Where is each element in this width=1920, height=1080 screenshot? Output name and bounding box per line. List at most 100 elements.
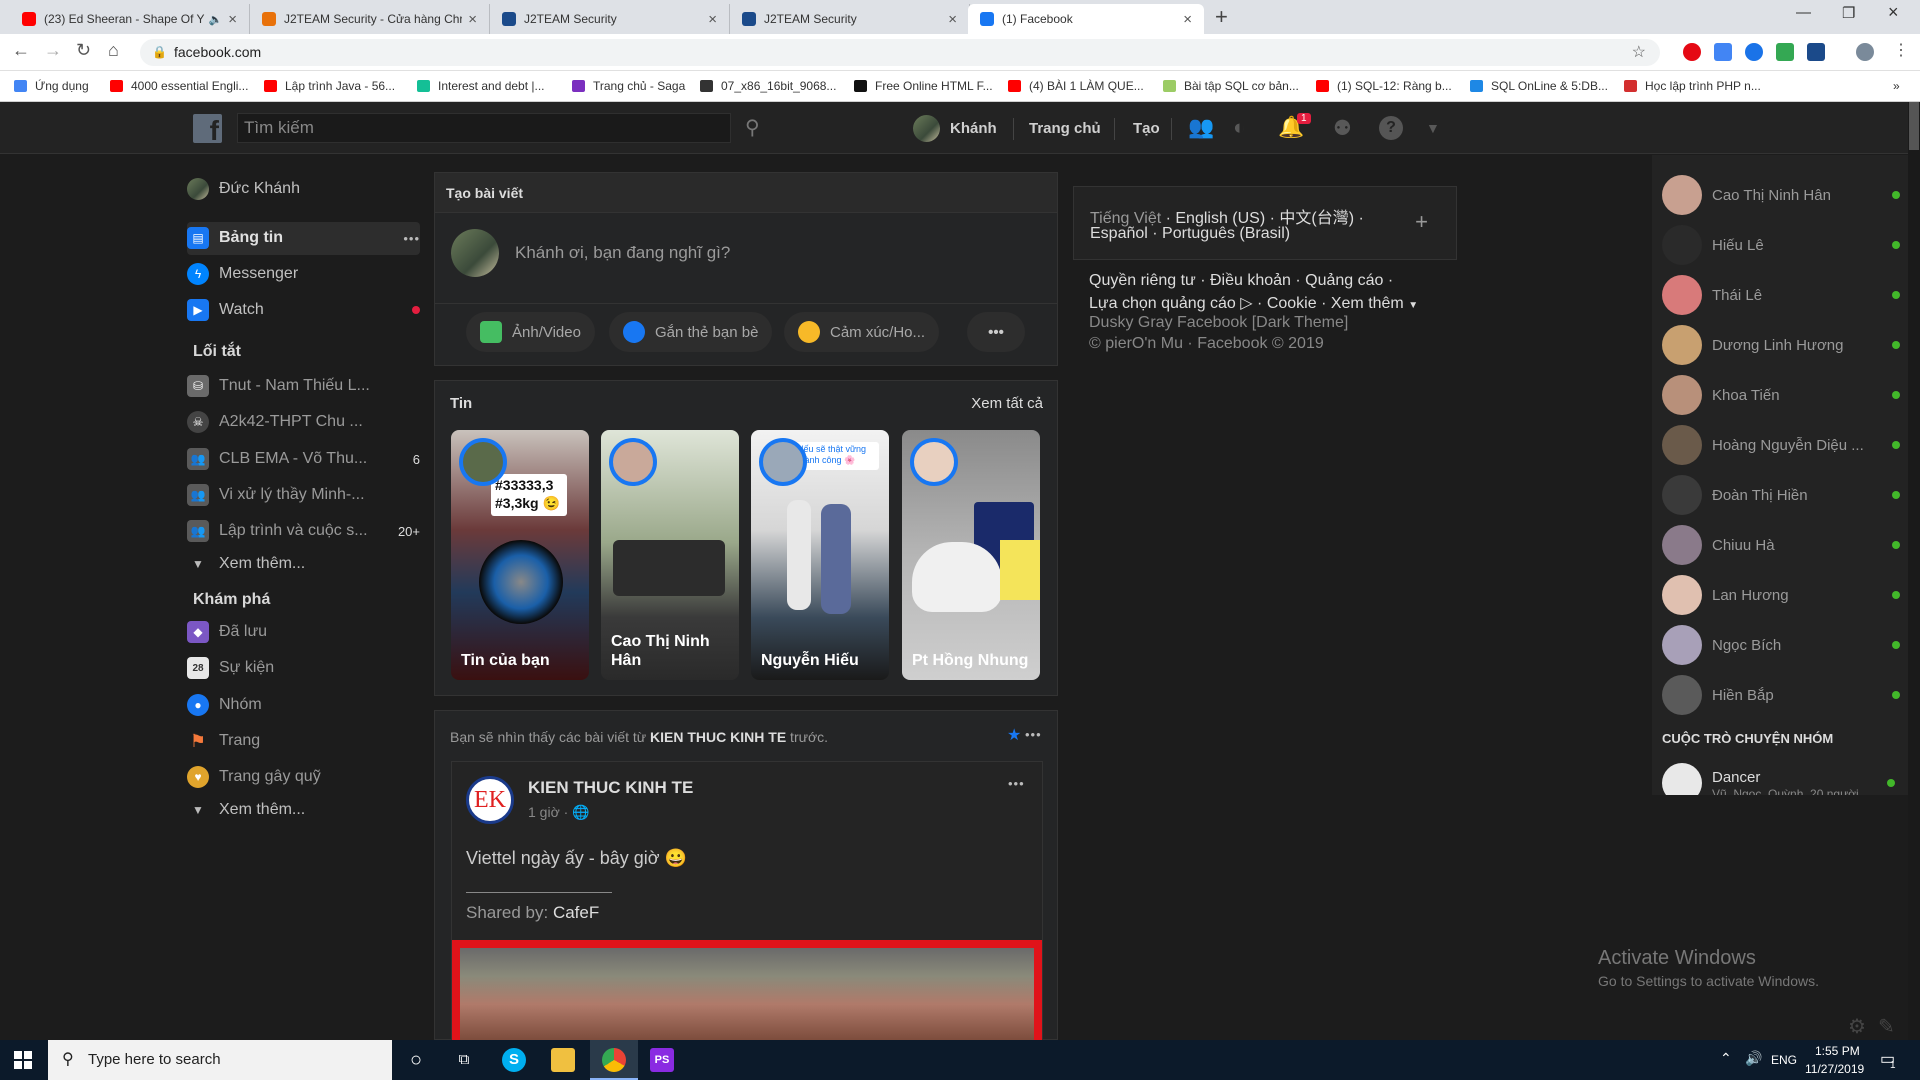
browser-tab-active[interactable]: (1) Facebook × [968, 4, 1204, 34]
browser-tab[interactable]: J2TEAM Security × [490, 4, 730, 34]
chat-contact[interactable]: Ngọc Bích [1662, 624, 1900, 666]
bookmark-item[interactable]: Lập trình Java - 56... [264, 79, 395, 93]
extension-icon[interactable] [1745, 43, 1763, 61]
close-tab-icon[interactable]: × [948, 11, 957, 28]
home-icon[interactable]: ⌂ [108, 40, 119, 61]
bookmark-item[interactable]: 4000 essential Engli... [110, 79, 248, 93]
close-window-icon[interactable]: × [1888, 2, 1899, 23]
clock-date[interactable]: 11/27/2019 [1805, 1062, 1864, 1076]
messenger-icon[interactable]: ◐ [1233, 116, 1246, 140]
minimize-icon[interactable]: — [1796, 4, 1811, 21]
mute-icon[interactable]: 🔈 [209, 13, 223, 26]
profile-shortcut[interactable]: Đức Khánh [187, 174, 420, 204]
bookmark-item[interactable]: Free Online HTML F... [854, 79, 993, 93]
help-icon[interactable]: ? [1379, 116, 1403, 140]
volume-icon[interactable]: 🔊 [1745, 1050, 1762, 1067]
home-link[interactable]: Trang chủ [1029, 120, 1101, 137]
new-tab-button[interactable]: + [1215, 4, 1228, 30]
sidebar-item-groups[interactable]: ● Nhóm [187, 690, 420, 720]
chat-contact[interactable]: Đoàn Thị Hiền [1662, 474, 1900, 516]
new-message-icon[interactable]: ✎ [1878, 1014, 1895, 1039]
more-composer-options[interactable]: ••• [967, 312, 1025, 352]
page-avatar[interactable]: EK [466, 776, 514, 824]
chat-settings-gear-icon[interactable]: ⚙ [1848, 1014, 1866, 1039]
scrollbar-thumb[interactable] [1909, 102, 1919, 150]
sidebar-item-fundraisers[interactable]: ♥ Trang gây quỹ [187, 762, 420, 792]
clock-time[interactable]: 1:55 PM [1815, 1044, 1860, 1058]
story-card[interactable]: Pt Hồng Nhung [902, 430, 1040, 680]
user-avatar[interactable] [913, 115, 940, 142]
bookmark-item[interactable]: Trang chủ - Saga [572, 79, 685, 93]
shortcut-item[interactable]: 👥 CLB EMA - Võ Thu... 6 [187, 444, 420, 474]
phpstorm-icon[interactable]: PS [650, 1048, 674, 1072]
chat-contact[interactable]: Khoa Tiến [1662, 374, 1900, 416]
close-tab-icon[interactable]: × [708, 11, 717, 28]
add-language-button[interactable]: + [1415, 209, 1428, 235]
tag-friends-button[interactable]: Gắn thẻ bạn bè [609, 312, 773, 352]
close-tab-icon[interactable]: × [468, 11, 477, 28]
shortcut-item[interactable]: 👥 Vi xử lý thầy Minh-... [187, 480, 420, 510]
shortcut-item[interactable]: ⛁ Tnut - Nam Thiếu L... [187, 371, 420, 401]
bookmarks-overflow[interactable]: » [1893, 79, 1900, 93]
quick-help-icon[interactable]: ⚉ [1333, 116, 1352, 141]
windows-start-icon[interactable] [14, 1051, 32, 1069]
story-card[interactable]: Nếu sẽ thật vững thành công 🌸 Nguyễn Hiế… [751, 430, 889, 680]
close-tab-icon[interactable]: × [1183, 11, 1192, 28]
tray-chevron-up-icon[interactable]: ⌃ [1720, 1050, 1732, 1067]
file-explorer-icon[interactable] [551, 1048, 575, 1072]
shortcut-item[interactable]: 👥 Lập trình và cuộc s... 20+ [187, 516, 420, 546]
sidebar-item-saved[interactable]: ◆ Đã lưu [187, 617, 420, 647]
page-name-link[interactable]: KIEN THUC KINH TE [528, 778, 693, 798]
chat-contact[interactable]: Dương Linh Hương [1662, 324, 1900, 366]
drive-extension-icon[interactable] [1776, 43, 1794, 61]
bookmark-item[interactable]: SQL OnLine & 5:DB... [1470, 79, 1608, 93]
profile-link[interactable]: Khánh [950, 120, 997, 137]
forward-icon[interactable]: → [44, 40, 62, 61]
task-view-icon[interactable]: ⧉ [452, 1048, 476, 1072]
ad-choices-icon[interactable]: ▷ [1240, 295, 1252, 312]
story-card[interactable]: Cao Thị Ninh Hân [601, 430, 739, 680]
user-avatar[interactable] [451, 229, 499, 277]
cortana-icon[interactable]: ○ [404, 1048, 428, 1072]
search-icon[interactable]: ⚲ [745, 115, 760, 140]
facebook-logo-icon[interactable]: f [193, 114, 222, 143]
composer-input[interactable]: Khánh ơi, bạn đang nghĩ gì? [515, 243, 730, 263]
opera-extension-icon[interactable] [1683, 43, 1701, 61]
translate-extension-icon[interactable] [1714, 43, 1732, 61]
sidebar-item-events[interactable]: 28 Sự kiện [187, 653, 420, 683]
friend-requests-icon[interactable]: 👥 [1188, 116, 1214, 140]
photo-video-button[interactable]: Ảnh/Video [466, 312, 595, 352]
post-options-icon[interactable]: ••• [1008, 776, 1025, 791]
reload-icon[interactable]: ↻ [76, 40, 91, 61]
group-chat-item[interactable]: Dancer Vũ, Ngọc, Quỳnh, 20 người [1662, 761, 1900, 795]
chrome-menu-icon[interactable]: ⋮ [1893, 40, 1909, 60]
story-card[interactable]: #33333,3 #3,3kg 😉 Tin của bạn [451, 430, 589, 680]
chat-contact[interactable]: Thái Lê [1662, 274, 1900, 316]
chat-contact[interactable]: Hoàng Nguyễn Diệu ... [1662, 424, 1900, 466]
browser-tab[interactable]: J2TEAM Security × [730, 4, 970, 34]
close-tab-icon[interactable]: × [228, 11, 237, 28]
skype-icon[interactable]: S [502, 1048, 526, 1072]
shortcut-item[interactable]: ☠ A2k42-THPT Chu ... [187, 407, 420, 437]
maximize-icon[interactable]: ❐ [1842, 4, 1855, 22]
lock-icon[interactable]: 🔒 [152, 39, 167, 66]
post-timestamp[interactable]: 1 giờ · 🌐 [528, 804, 590, 821]
search-input[interactable]: Tìm kiếm [237, 113, 731, 143]
chrome-icon[interactable] [602, 1048, 626, 1072]
bookmark-item[interactable]: (4) BÀI 1 LÀM QUE... [1008, 79, 1144, 93]
account-menu-chevron-icon[interactable]: ▼ [1426, 120, 1440, 136]
bookmark-item[interactable]: Bài tập SQL cơ bản... [1163, 79, 1299, 93]
bookmark-star-icon[interactable]: ☆ [1632, 39, 1646, 66]
sidebar-item-watch[interactable]: ▶ Watch [187, 295, 420, 325]
sidebar-item-news-feed[interactable]: ▤ Bảng tin ••• [187, 223, 420, 253]
back-icon[interactable]: ← [12, 40, 30, 61]
j2team-extension-icon[interactable] [1807, 43, 1825, 61]
profile-avatar[interactable] [1856, 43, 1874, 61]
create-link[interactable]: Tạo [1133, 120, 1160, 137]
sidebar-item-pages[interactable]: ⚑ Trang [187, 726, 420, 756]
see-first-star-icon[interactable]: ★ [1007, 725, 1021, 745]
feeling-activity-button[interactable]: Cảm xúc/Ho... [784, 312, 940, 352]
chat-contact[interactable]: Chiuu Hà [1662, 524, 1900, 566]
input-language[interactable]: ENG [1771, 1053, 1797, 1067]
browser-tab[interactable]: (23) Ed Sheeran - Shape Of Y 🔈 × [10, 4, 250, 34]
